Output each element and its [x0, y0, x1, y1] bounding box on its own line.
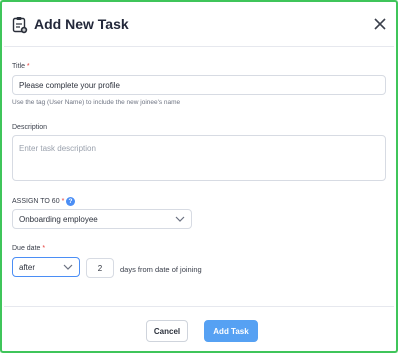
title-input-value: Please complete your profile [19, 80, 120, 90]
title-input[interactable]: Please complete your profile [12, 75, 386, 95]
cancel-button-label: Cancel [153, 326, 181, 336]
required-mark: * [42, 245, 46, 252]
close-icon[interactable] [372, 16, 388, 32]
add-task-button-label: Add Task [213, 326, 249, 336]
description-textarea[interactable]: Enter task description [12, 135, 386, 181]
dialog-header: Add New Task [12, 14, 388, 36]
title-label: Title * [12, 63, 30, 70]
title-help-text: Use the tag (User Name) to include the n… [12, 99, 181, 106]
description-label: Description [12, 124, 48, 131]
footer-divider [4, 306, 394, 307]
assign-select[interactable]: Onboarding employee [12, 209, 192, 229]
due-days-input[interactable]: 2 [86, 258, 114, 278]
add-task-button[interactable]: Add Task [204, 320, 258, 342]
description-placeholder: Enter task description [19, 144, 96, 153]
due-date-suffix: days from date of joining [120, 265, 202, 274]
add-task-dialog: Add New Task Title * Please complete you… [0, 0, 398, 353]
required-mark: * [61, 198, 65, 205]
assign-select-value: Onboarding employee [19, 214, 98, 224]
help-icon[interactable]: ? [66, 197, 75, 206]
due-date-label-text: Due date [12, 245, 41, 252]
assign-label-text: ASSIGN TO 60 [12, 198, 60, 205]
header-divider [4, 46, 394, 47]
chevron-down-icon [63, 264, 73, 270]
due-relation-value: after [19, 262, 36, 272]
due-days-value: 2 [97, 263, 103, 273]
due-date-label: Due date * [12, 245, 45, 252]
assign-label: ASSIGN TO 60 * [12, 198, 64, 205]
dialog-title: Add New Task [34, 16, 129, 32]
required-mark: * [26, 63, 30, 70]
due-relation-select[interactable]: after [12, 257, 80, 277]
chevron-down-icon [175, 216, 185, 222]
cancel-button[interactable]: Cancel [146, 320, 188, 342]
title-label-text: Title [12, 63, 25, 70]
task-list-icon [12, 17, 28, 34]
